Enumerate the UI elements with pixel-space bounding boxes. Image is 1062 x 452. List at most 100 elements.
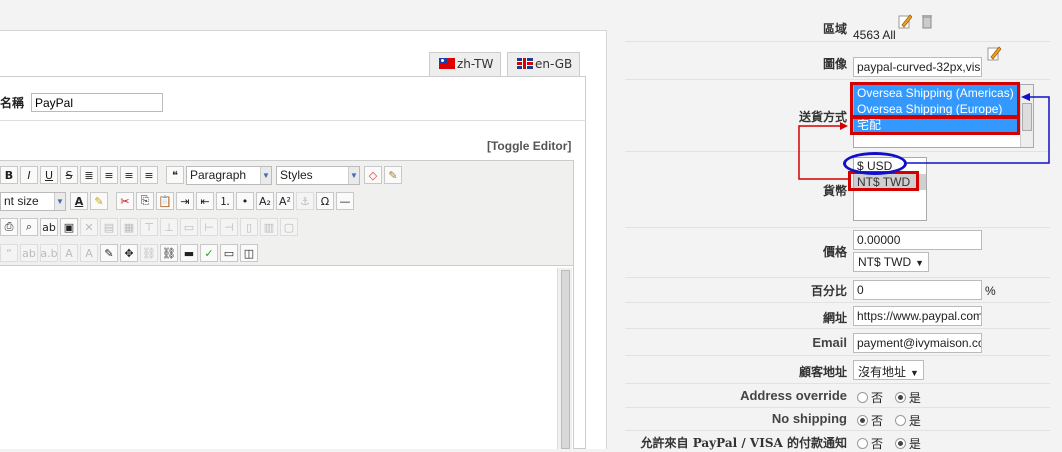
url-input[interactable]: https://www.paypal.com <box>853 306 982 326</box>
row-divider <box>625 227 1050 228</box>
replace-icon[interactable]: ab <box>40 218 58 236</box>
indent-icon[interactable]: ⇥ <box>176 192 194 210</box>
bullet-list-icon[interactable]: • <box>236 192 254 210</box>
italic-button[interactable]: I <box>20 166 38 184</box>
omega-icon[interactable]: Ω <box>316 192 334 210</box>
layer-icon[interactable]: ◫ <box>240 244 258 262</box>
no-shipping-no-radio[interactable] <box>857 415 868 426</box>
price-currency-value: NT$ TWD <box>858 255 912 269</box>
insert-image-icon[interactable]: ▣ <box>60 218 78 236</box>
delete-table-icon[interactable]: ✕ <box>80 218 98 236</box>
merge-cells-icon[interactable]: ▢ <box>280 218 298 236</box>
horizontal-rule-icon[interactable]: — <box>336 192 354 210</box>
subscript-icon[interactable]: A₂ <box>256 192 274 210</box>
delete-col-icon[interactable]: ▯ <box>240 218 258 236</box>
region-value: 4563 All <box>853 28 896 42</box>
unlink-icon[interactable]: ⛓ <box>140 244 158 262</box>
region-label: 區域 <box>822 22 847 36</box>
col-after-icon[interactable]: ⊣ <box>220 218 238 236</box>
price-input[interactable]: 0.00000 <box>853 230 982 250</box>
highlight-icon[interactable]: ✎ <box>90 192 108 210</box>
email-input[interactable]: payment@ivymaison.com <box>853 333 982 353</box>
row-divider <box>625 383 1050 384</box>
align-right-icon[interactable]: ≡ <box>140 166 158 184</box>
styles-select[interactable]: Styles ▼ <box>276 165 360 185</box>
move-anchor-icon[interactable]: ✥ <box>120 244 138 262</box>
row-before-icon[interactable]: ⊤ <box>140 218 158 236</box>
allow-notify-yes-radio[interactable] <box>894 438 906 449</box>
edit-pencil-icon[interactable] <box>987 45 1001 61</box>
ins-icon[interactable]: A <box>80 244 98 262</box>
media-icon[interactable]: ▬ <box>180 244 198 262</box>
price-currency-select[interactable]: NT$ TWD ▼ <box>853 252 930 272</box>
superscript-icon[interactable]: A² <box>276 192 294 210</box>
customer-address-select[interactable]: 沒有地址 ▼ <box>853 360 924 380</box>
percent-input[interactable]: 0 <box>853 280 982 300</box>
chevron-down-icon: ▼ <box>348 166 359 184</box>
attributes-icon[interactable]: ✎ <box>100 244 118 262</box>
annotation-arrows <box>798 93 1050 180</box>
paste-icon[interactable]: 📋 <box>156 192 174 210</box>
format-select[interactable]: Paragraph ▼ <box>186 165 272 185</box>
del-icon[interactable]: A <box>60 244 78 262</box>
text-color-icon[interactable]: A <box>70 192 88 210</box>
outdent-icon[interactable]: ⇤ <box>196 192 214 210</box>
no-shipping-label: No shipping <box>771 411 847 426</box>
underline-button[interactable]: U <box>40 166 58 184</box>
editor-content-area[interactable] <box>0 266 574 449</box>
customer-address-value: 沒有地址 <box>858 365 907 379</box>
radio-label: 否 <box>871 414 884 428</box>
blockquote-icon[interactable]: ❝ <box>166 166 184 184</box>
no-shipping-options: 否 是 <box>855 412 921 429</box>
split-cells-icon[interactable]: ▥ <box>260 218 278 236</box>
strikethrough-button[interactable]: S <box>60 166 78 184</box>
align-center-icon[interactable]: ≡ <box>100 166 118 184</box>
row-after-icon[interactable]: ⊥ <box>160 218 178 236</box>
align-left-icon[interactable]: ≡ <box>120 166 138 184</box>
no-shipping-yes-radio[interactable] <box>894 415 906 426</box>
allow-notify-no-radio[interactable] <box>857 438 868 449</box>
address-override-options: 否 是 <box>855 389 921 406</box>
name-input[interactable] <box>31 93 163 112</box>
bold-button[interactable]: B <box>0 166 18 184</box>
eraser-icon[interactable]: ◇ <box>364 166 382 184</box>
font-size-select[interactable]: nt size ▼ <box>0 191 66 211</box>
radio-label: 是 <box>908 414 921 428</box>
link-icon[interactable]: ⛓ <box>160 244 178 262</box>
image-input[interactable]: paypal-curved-32px,visa <box>853 57 982 77</box>
radio-label: 否 <box>871 391 884 405</box>
address-override-no-radio[interactable] <box>857 392 868 403</box>
spellcheck-icon[interactable]: ✓ <box>200 244 218 262</box>
edit-pencil-icon[interactable] <box>898 13 912 29</box>
address-override-label: Address override <box>740 388 847 403</box>
cite-icon[interactable]: “ <box>0 244 18 262</box>
address-override-yes-radio[interactable] <box>894 392 906 403</box>
anchor-icon[interactable]: ⚓ <box>296 192 314 210</box>
trash-icon[interactable] <box>920 13 934 29</box>
acronym-icon[interactable]: a.b <box>40 244 58 262</box>
table-row-props-icon[interactable]: ▤ <box>100 218 118 236</box>
delete-row-icon[interactable]: ▭ <box>180 218 198 236</box>
chevron-down-icon: ▼ <box>910 368 919 378</box>
table-cell-props-icon[interactable]: ▦ <box>120 218 138 236</box>
tab-en-gb[interactable]: en-GB <box>507 52 581 76</box>
cut-icon[interactable]: ✂ <box>116 192 134 210</box>
find-icon[interactable]: ⌕ <box>20 218 38 236</box>
col-before-icon[interactable]: ⊢ <box>200 218 218 236</box>
numbered-list-icon[interactable]: ⒈ <box>216 192 234 210</box>
template-icon[interactable]: ▭ <box>220 244 238 262</box>
editor-scrollbar[interactable] <box>557 268 572 449</box>
toggle-editor-link[interactable]: [Toggle Editor] <box>487 139 571 153</box>
tab-zh-tw[interactable]: zh-TW <box>429 52 502 76</box>
cleanup-broom-icon[interactable]: ✎ <box>384 166 402 184</box>
chevron-down-icon: ▼ <box>54 192 65 210</box>
row-divider <box>625 41 1050 42</box>
abbr-icon[interactable]: ab <box>20 244 38 262</box>
row-divider <box>625 328 1050 329</box>
justify-full-icon[interactable]: ≣ <box>80 166 98 184</box>
format-select-value: Paragraph <box>190 168 247 182</box>
copy-icon[interactable]: ⎘ <box>136 192 154 210</box>
allow-notify-options: 否 是 <box>855 435 921 452</box>
print-icon[interactable]: ⎙ <box>0 218 18 236</box>
scrollbar-thumb[interactable] <box>561 270 570 449</box>
